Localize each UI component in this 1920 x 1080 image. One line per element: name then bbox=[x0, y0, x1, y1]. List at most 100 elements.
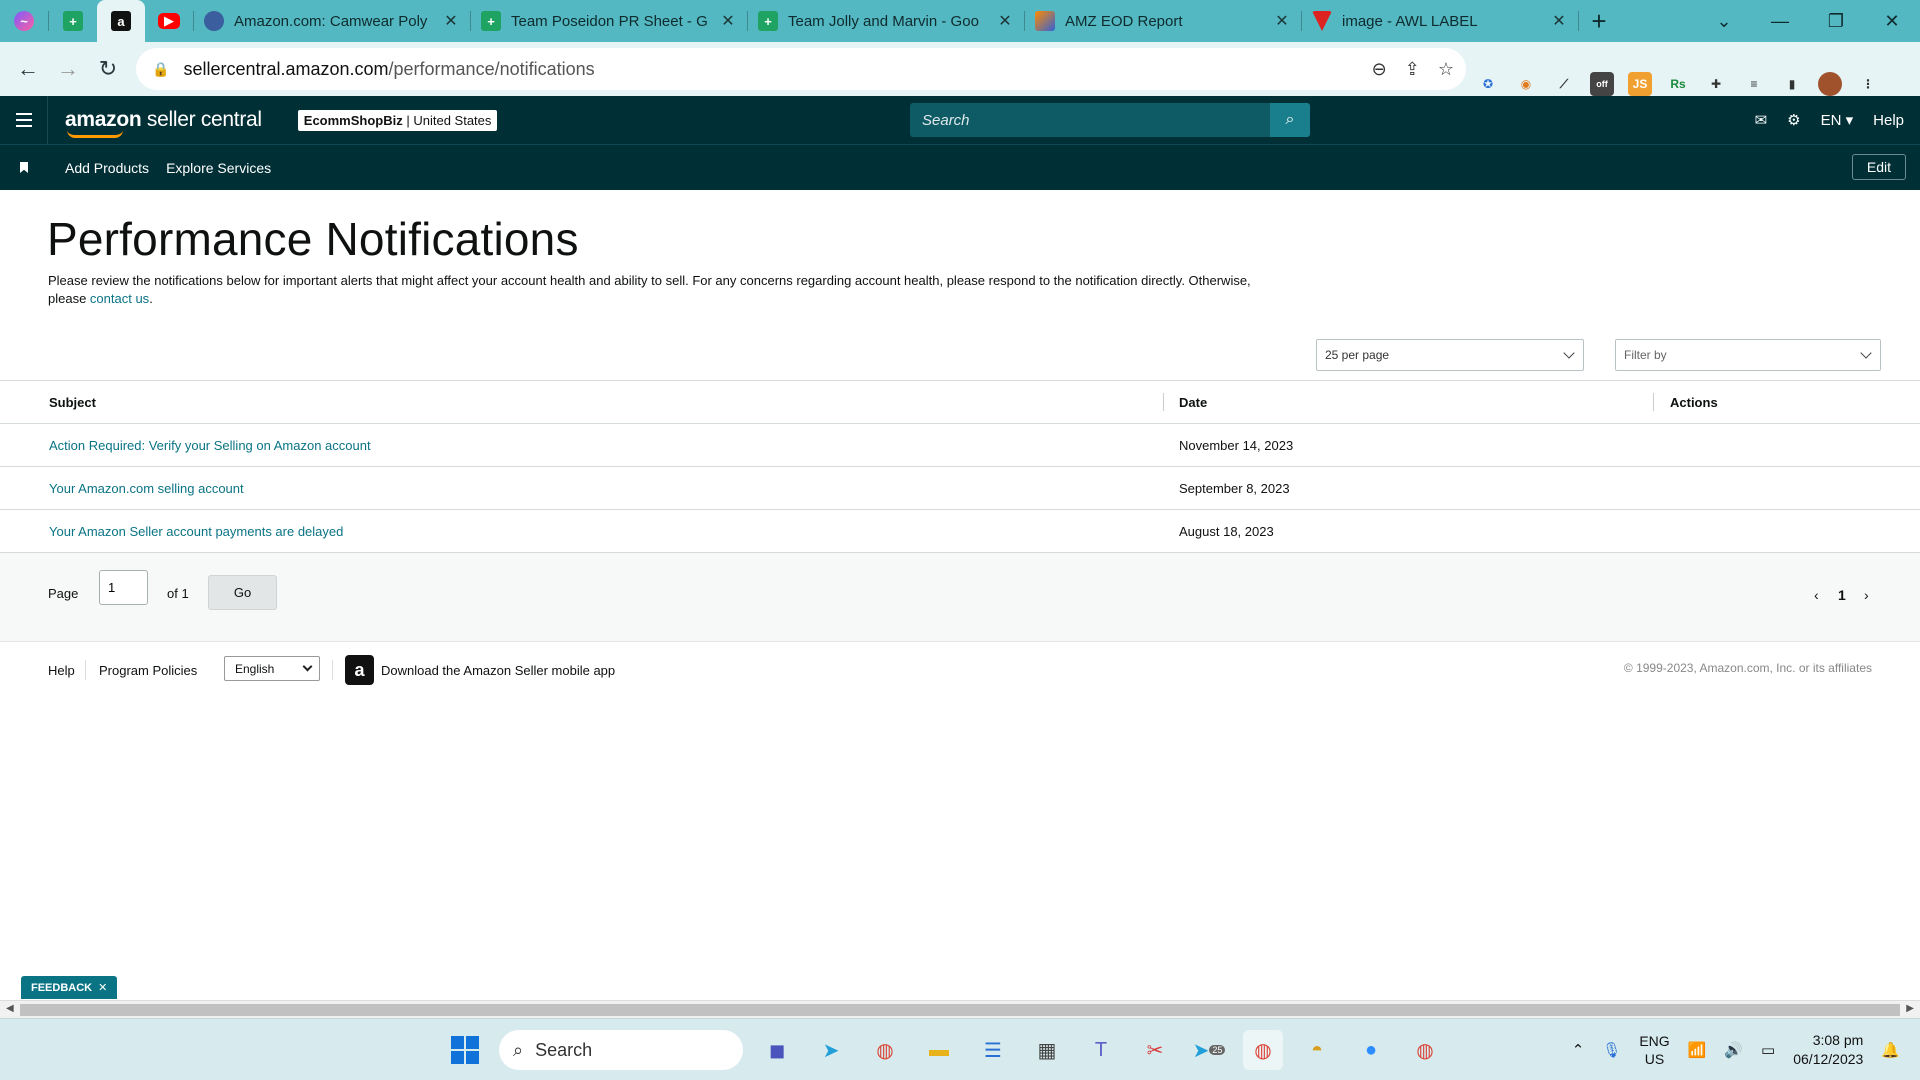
burger-app-icon[interactable]: ◓ bbox=[1297, 1030, 1337, 1070]
chevron-left-icon[interactable]: ‹ bbox=[1814, 587, 1819, 603]
file-explorer-icon[interactable]: ▬ bbox=[919, 1030, 959, 1070]
teams-icon[interactable]: T bbox=[1081, 1030, 1121, 1070]
search-icon[interactable]: ⌕ bbox=[1270, 103, 1310, 137]
notification-subject-link[interactable]: Your Amazon.com selling account bbox=[49, 481, 244, 496]
help-link[interactable]: Help bbox=[1873, 112, 1904, 129]
input-language[interactable]: ENG US bbox=[1639, 1032, 1669, 1068]
gear-icon[interactable]: ⚙ bbox=[1787, 111, 1800, 129]
new-tab-button[interactable]: + bbox=[1579, 6, 1619, 37]
footer-language-select[interactable]: English bbox=[224, 656, 320, 681]
share-icon[interactable]: ⇪ bbox=[1405, 59, 1420, 80]
search-icon: ⌕ bbox=[513, 1039, 524, 1060]
header-date[interactable]: Date bbox=[1179, 395, 1207, 410]
notification-subject-link[interactable]: Action Required: Verify your Selling on … bbox=[49, 438, 371, 453]
taskbar-clock[interactable]: 3:08 pm 06/12/2023 bbox=[1793, 1031, 1863, 1069]
amazon-smile-icon bbox=[67, 130, 123, 138]
reload-icon[interactable]: ↻ bbox=[88, 49, 128, 89]
star-icon[interactable]: ☆ bbox=[1438, 59, 1454, 80]
notepad-icon[interactable]: ☰ bbox=[973, 1030, 1013, 1070]
scroll-right-icon[interactable]: ▶ bbox=[1906, 1003, 1914, 1014]
tab-search-icon[interactable]: ⌄ bbox=[1696, 0, 1752, 42]
tab-camwear[interactable]: Amazon.com: Camwear Poly ✕ bbox=[194, 0, 470, 42]
extension-icon[interactable]: ◉ bbox=[1514, 72, 1538, 96]
close-icon[interactable]: ✕ bbox=[1273, 11, 1291, 31]
forward-icon[interactable]: → bbox=[48, 49, 88, 89]
back-icon[interactable]: ← bbox=[8, 49, 48, 89]
hamburger-menu-icon[interactable] bbox=[0, 96, 48, 144]
extension-icon[interactable]: Rs bbox=[1666, 72, 1690, 96]
zoom-icon[interactable]: ⊖ bbox=[1372, 59, 1387, 80]
pinned-tab-amazon[interactable]: a bbox=[97, 0, 145, 42]
seller-central-logo[interactable]: amazon seller central bbox=[65, 108, 262, 138]
close-window-icon[interactable]: ✕ bbox=[1864, 0, 1920, 42]
tab-team-poseidon[interactable]: + Team Poseidon PR Sheet - G ✕ bbox=[471, 0, 747, 42]
chevron-up-icon[interactable]: ⌃ bbox=[1572, 1041, 1585, 1059]
lock-icon[interactable]: 🔒 bbox=[152, 61, 169, 78]
microphone-icon[interactable]: 🎙 bbox=[1602, 1041, 1621, 1059]
filter-select[interactable]: Filter by bbox=[1615, 339, 1881, 371]
pinned-tab-sheets[interactable]: + bbox=[49, 0, 97, 42]
scroll-left-icon[interactable]: ◀ bbox=[6, 1003, 14, 1014]
contact-us-link[interactable]: contact us bbox=[90, 291, 149, 306]
avatar[interactable] bbox=[1818, 72, 1842, 96]
chrome-icon[interactable]: ◍ bbox=[1405, 1030, 1445, 1070]
feedback-button[interactable]: FEEDBACK ✕ bbox=[21, 976, 118, 999]
tab-team-jolly[interactable]: + Team Jolly and Marvin - Goo ✕ bbox=[748, 0, 1024, 42]
menu-icon[interactable]: ⋮ bbox=[1856, 72, 1880, 96]
search-input[interactable] bbox=[910, 103, 1270, 137]
pinned-tab-youtube[interactable]: ▶ bbox=[145, 0, 193, 42]
taskbar-search[interactable]: ⌕ Search bbox=[499, 1030, 743, 1070]
language-selector[interactable]: EN ▾ bbox=[1821, 111, 1854, 129]
edit-button[interactable]: Edit bbox=[1851, 154, 1906, 180]
puzzle-icon[interactable]: ✚ bbox=[1704, 72, 1728, 96]
chevron-right-icon[interactable]: › bbox=[1864, 587, 1869, 603]
battery-icon[interactable]: ▭ bbox=[1761, 1041, 1775, 1059]
close-icon[interactable]: ✕ bbox=[442, 11, 460, 31]
extension-icon[interactable]: off bbox=[1590, 72, 1614, 96]
amazon-app-icon[interactable]: a bbox=[345, 655, 374, 685]
media-icon[interactable]: ≡ bbox=[1742, 72, 1766, 96]
per-page-select[interactable]: 25 per page bbox=[1316, 339, 1584, 371]
pinned-tab-messenger[interactable]: ~ bbox=[0, 0, 48, 42]
horizontal-scrollbar[interactable]: ◀ ▶ bbox=[0, 1000, 1920, 1018]
volume-icon[interactable]: 🔊 bbox=[1724, 1041, 1743, 1059]
calculator-icon[interactable]: ▦ bbox=[1027, 1030, 1067, 1070]
close-icon[interactable]: ✕ bbox=[98, 981, 107, 994]
scroll-thumb[interactable] bbox=[20, 1004, 1900, 1016]
extension-icon[interactable]: ⟋ bbox=[1552, 72, 1576, 96]
url-field[interactable]: 🔒 sellercentral.amazon.com/performance/n… bbox=[136, 48, 1466, 90]
bookmark-icon[interactable] bbox=[0, 162, 48, 173]
telegram-icon[interactable]: ➤ bbox=[811, 1030, 851, 1070]
store-switcher[interactable]: EcommShopBiz | United States bbox=[297, 109, 498, 131]
side-panel-icon[interactable]: ▮ bbox=[1780, 72, 1804, 96]
extension-icon[interactable]: JS bbox=[1628, 72, 1652, 96]
footer-help-link[interactable]: Help bbox=[48, 663, 75, 678]
snipping-tool-icon[interactable]: ✂ bbox=[1135, 1030, 1175, 1070]
subnav-add-products[interactable]: Add Products bbox=[65, 160, 149, 176]
subnav-explore-services[interactable]: Explore Services bbox=[166, 160, 271, 176]
tab-awl-label[interactable]: image - AWL LABEL ✕ bbox=[1302, 0, 1578, 42]
close-icon[interactable]: ✕ bbox=[1550, 11, 1568, 31]
tab-amz-eod[interactable]: AMZ EOD Report ✕ bbox=[1025, 0, 1301, 42]
wifi-icon[interactable]: 📶 bbox=[1688, 1041, 1707, 1059]
restore-icon[interactable]: ❐ bbox=[1808, 0, 1864, 42]
chrome-icon[interactable]: ◍ bbox=[1243, 1030, 1283, 1070]
zoom-icon[interactable]: ● bbox=[1351, 1030, 1391, 1070]
notification-subject-link[interactable]: Your Amazon Seller account payments are … bbox=[49, 524, 343, 539]
minimize-icon[interactable]: — bbox=[1752, 0, 1808, 42]
go-button[interactable]: Go bbox=[208, 575, 277, 610]
current-page-number[interactable]: 1 bbox=[1838, 587, 1846, 603]
download-app-link[interactable]: Download the Amazon Seller mobile app bbox=[381, 663, 615, 678]
close-icon[interactable]: ✕ bbox=[996, 11, 1014, 31]
page-number-input[interactable] bbox=[99, 570, 148, 605]
telegram-icon[interactable]: ➤ 25 bbox=[1189, 1030, 1229, 1070]
notification-bell-icon[interactable]: 🔔 bbox=[1881, 1041, 1900, 1059]
mail-icon[interactable]: ✉ bbox=[1755, 111, 1768, 129]
footer-program-policies-link[interactable]: Program Policies bbox=[99, 663, 197, 678]
close-icon[interactable]: ✕ bbox=[719, 11, 737, 31]
windows-start-icon[interactable] bbox=[445, 1030, 485, 1070]
extension-icon[interactable]: ✪ bbox=[1476, 72, 1500, 96]
chrome-icon[interactable]: ◍ bbox=[865, 1030, 905, 1070]
meet-icon[interactable]: ◼ bbox=[757, 1030, 797, 1070]
header-subject[interactable]: Subject bbox=[49, 395, 96, 410]
